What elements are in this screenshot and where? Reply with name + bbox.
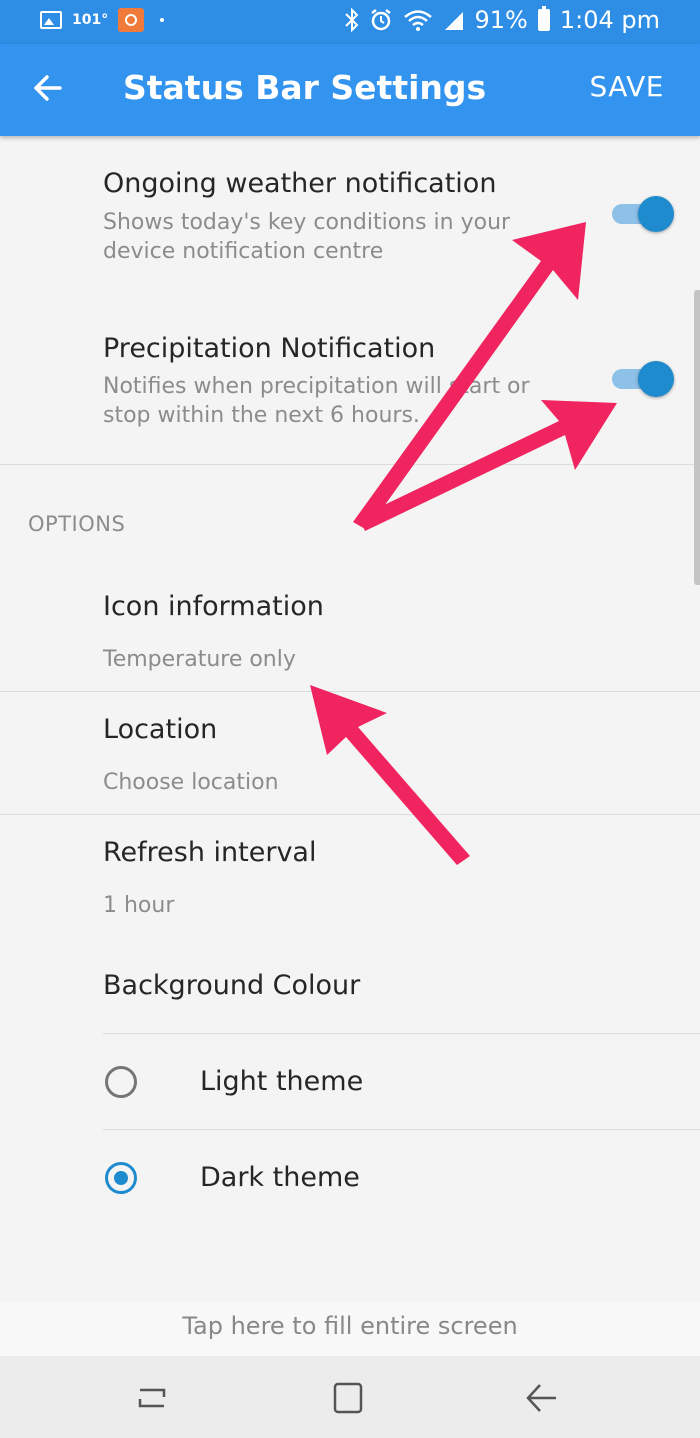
precipitation-notification-title: Precipitation Notification [103,333,436,364]
home-icon[interactable] [325,1376,369,1420]
toggle-thumb [638,196,674,232]
back-icon[interactable] [520,1376,564,1420]
page-title: Status Bar Settings [123,68,487,107]
wifi-icon [403,10,432,31]
system-navigation-bar [0,1356,700,1438]
status-left-group: 101° [40,8,165,32]
list-divider [0,814,700,815]
background-colour-title: Background Colour [103,970,361,1001]
refresh-interval-title: Refresh interval [103,837,317,868]
status-temperature: 101° [72,12,109,28]
list-divider [103,1129,700,1130]
app-notification-icon [118,8,145,32]
precipitation-notification-description-line1: Notifies when precipitation will start o… [103,374,530,399]
gallery-notification-icon [40,11,62,29]
refresh-interval-value: 1 hour [103,893,175,918]
battery-percentage: 91% [474,6,528,34]
status-right-group: 91% 1:04 pm [344,6,660,34]
weather-notification-description-line1: Shows today's key conditions in your [103,210,511,235]
icon-information-title: Icon information [103,591,324,622]
list-divider [103,1033,700,1034]
location-title: Location [103,714,218,745]
alarm-icon [370,9,391,31]
annotation-arrow-to-icon-information [310,685,470,865]
recent-apps-icon[interactable] [130,1376,174,1420]
system-status-bar: 101° 91% 1:04 pm [0,0,700,44]
precipitation-notification-description-line2: stop within the next 6 hours. [103,403,420,428]
more-notifications-dot-icon [160,18,165,22]
section-divider [0,464,700,465]
fill-screen-button[interactable]: Tap here to fill entire screen [0,1312,700,1340]
app-bar: Status Bar Settings SAVE [0,44,700,136]
precipitation-notification-toggle[interactable] [612,361,674,397]
weather-notification-toggle[interactable] [612,196,674,232]
scrollbar[interactable] [694,290,700,585]
weather-notification-description-line2: device notification centre [103,239,384,264]
weather-notification-title: Ongoing weather notification [103,168,497,199]
light-theme-label[interactable]: Light theme [200,1066,363,1097]
light-theme-radio[interactable] [105,1066,137,1098]
toggle-thumb [638,361,674,397]
dark-theme-label[interactable]: Dark theme [200,1162,360,1193]
save-button[interactable]: SAVE [589,70,664,103]
bluetooth-icon [344,8,358,32]
signal-icon [444,12,463,30]
battery-icon [537,6,550,31]
back-arrow-icon[interactable] [32,68,64,108]
location-value: Choose location [103,770,279,795]
status-time: 1:04 pm [559,6,660,34]
list-divider [0,691,700,692]
dark-theme-radio[interactable] [105,1162,137,1194]
icon-information-value: Temperature only [103,647,296,672]
options-section-header: OPTIONS [28,512,126,536]
